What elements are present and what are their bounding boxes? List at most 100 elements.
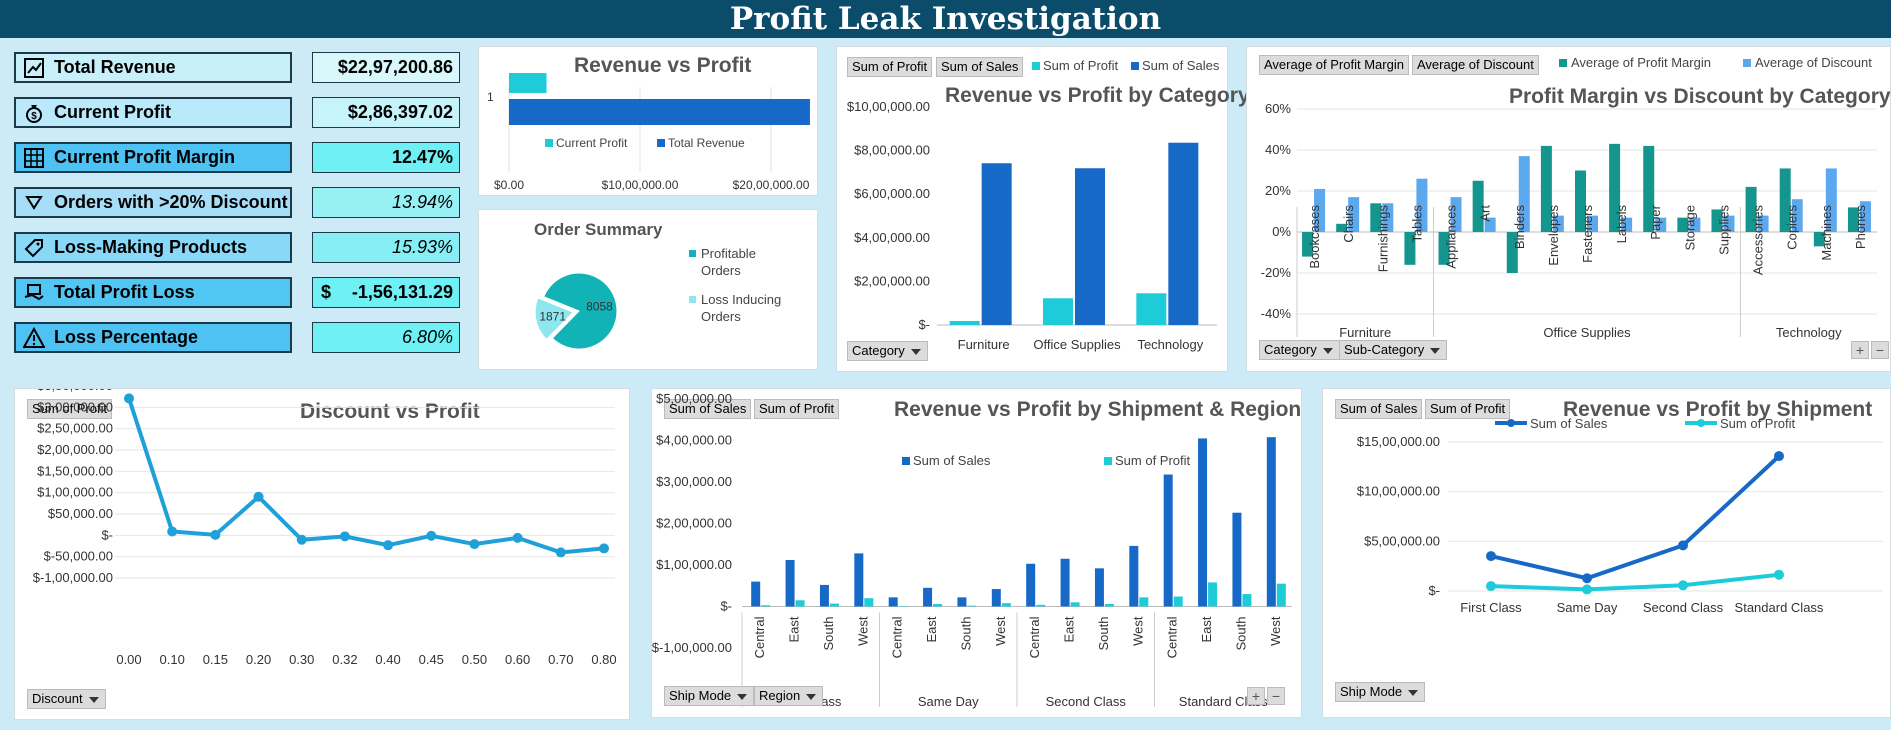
group-label: Technology (1776, 325, 1842, 340)
x-tick-label: Same Day (1557, 600, 1618, 615)
kpi-value: $2,86,397.02 (312, 97, 460, 128)
discount-profit-panel[interactable]: Sum of Profit Discount vs Profit $-1,00,… (14, 388, 630, 720)
legend-label: Sum of Sales (1530, 416, 1608, 431)
legend-swatch (689, 250, 696, 257)
legend-swatch (902, 457, 910, 465)
y-tick-label: $3,50,000.00 (37, 389, 113, 393)
money-bag-icon: $ (22, 102, 46, 124)
expand-button[interactable]: + (1851, 341, 1869, 359)
kpi-value: $22,97,200.86 (312, 52, 460, 83)
margin-discount-panel[interactable]: Average of Profit Margin Average of Disc… (1246, 46, 1891, 372)
bar-profit (761, 605, 771, 607)
legend-label: Total Revenue (668, 136, 745, 150)
data-point (1678, 580, 1688, 591)
y-tick-label: $-1,00,000.00 (33, 570, 113, 585)
data-point (1678, 540, 1688, 551)
y-tick-label: -40% (1261, 306, 1292, 321)
dashboard-title: Profit Leak Investigation (0, 0, 1891, 38)
data-point (253, 491, 264, 502)
collapse-button[interactable]: − (1871, 341, 1889, 359)
group-label: Furniture (1339, 325, 1391, 340)
region-dropdown[interactable]: Region (754, 686, 824, 706)
x-tick-label: Paper (1648, 204, 1663, 239)
x-tick-label: Furnishings (1375, 205, 1390, 273)
data-point (426, 530, 437, 541)
category-dropdown[interactable]: Category (847, 341, 928, 361)
x-tick-label: Second Class (1643, 600, 1724, 615)
legend-swatch (1032, 62, 1040, 70)
spacer (1294, 206, 1295, 207)
group-label: Second Class (1046, 694, 1127, 709)
kpi-value-text: 6.80% (401, 327, 453, 347)
shipment-chart: $- $5,00,000.00 $10,00,000.00 $15,00,000.00… (1357, 416, 1883, 615)
data-point (512, 532, 523, 543)
expand-button[interactable]: + (1247, 687, 1265, 705)
kpi-value-text: 12.47% (391, 147, 453, 167)
ship-mode-dropdown[interactable]: Ship Mode (664, 686, 755, 706)
bar-sales (1232, 512, 1242, 607)
y-tick-label: $2,50,000.00 (37, 421, 113, 436)
data-point (1774, 451, 1784, 462)
y-tick-label: 60% (1265, 101, 1291, 116)
bar-profit (1242, 594, 1252, 607)
legend-swatch (657, 139, 665, 147)
x-tick-label: 0.15 (203, 652, 228, 667)
order-summary-chart: 8058 1871 Profitable Orders Loss Inducing Ord… (534, 246, 781, 350)
legend-label: Current Profit (556, 136, 628, 150)
kpi-label-text: Loss Percentage (54, 327, 199, 347)
pie-data-label: 8058 (586, 300, 613, 314)
y-tick-label: $1,00,000.00 (656, 557, 732, 572)
shipment-region-panel[interactable]: Sum of Sales Sum of Profit Revenue vs Pr… (651, 388, 1302, 718)
sub-category-dropdown[interactable]: Sub-Category (1339, 340, 1448, 360)
category-panel[interactable]: Sum of Profit Sum of Sales Revenue vs Pr… (836, 46, 1250, 372)
collapse-button[interactable]: − (1267, 687, 1285, 705)
y-tick-label: $- (918, 317, 930, 332)
kpi-value-text: $2,86,397.02 (347, 102, 453, 122)
legend-swatch (1743, 59, 1751, 67)
order-summary-panel[interactable]: Order Summary 8058 1871 Profitable Orders Lo… (478, 209, 818, 370)
data-point (124, 393, 134, 404)
bar-sales (1129, 545, 1139, 607)
kpi-label: Total Profit Loss (14, 277, 292, 308)
category-dropdown[interactable]: Category (1259, 340, 1340, 360)
y-tick-label: $15,00,000.00 (1357, 434, 1440, 449)
data-point (1486, 551, 1496, 562)
bar-sales (1094, 568, 1104, 607)
discount-profit-chart: $-1,00,000.00 $-50,000.00 $- $50,000.00 $1,0… (33, 389, 617, 667)
y-tick-label: $4,00,000.00 (656, 433, 732, 448)
bar-profit (864, 598, 874, 607)
x-tick-label: 0.40 (375, 652, 400, 667)
group-label: Same Day (918, 694, 979, 709)
funnel-icon (22, 192, 46, 214)
x-tick-label: Machines (1819, 205, 1834, 261)
bar-profit (1001, 603, 1011, 607)
kpi-value: 13.94% (312, 187, 460, 218)
x-tick-label: East (924, 616, 939, 642)
bar-profit (933, 604, 943, 607)
kpi-label-text: Total Profit Loss (54, 282, 195, 302)
data-point (555, 547, 566, 558)
legend-label: Profitable (701, 246, 756, 261)
y-tick-label: $10,00,000.00 (1357, 484, 1440, 499)
x-tick-label: West (993, 616, 1008, 646)
discount-dropdown[interactable]: Discount (27, 689, 106, 709)
shipment-panel[interactable]: Sum of Sales Sum of Profit Revenue vs Pr… (1322, 388, 1891, 718)
bar-profit (1276, 583, 1286, 607)
x-tick-label: 0.50 (462, 652, 487, 667)
x-tick-label: 0.70 (548, 652, 573, 667)
bar-profit (829, 603, 839, 607)
bar-profit (949, 320, 980, 325)
x-tick-label: Furniture (958, 337, 1010, 352)
ship-mode-dropdown[interactable]: Ship Mode (1335, 682, 1426, 702)
legend-swatch (689, 296, 696, 303)
revenue-vs-profit-panel[interactable]: Revenue vs Profit $0.00 $10,00,000.00 $20,… (478, 46, 818, 196)
y-tick-label: $1,50,000.00 (37, 463, 113, 478)
x-tick-label: 0.00 (116, 652, 141, 667)
kpi-value-text: 15.93% (391, 237, 453, 257)
x-tick-label: Fasteners (1580, 205, 1595, 263)
bar-profit (1036, 604, 1046, 607)
x-tick-label: West (855, 616, 870, 646)
legend-swatch (1131, 62, 1139, 70)
x-tick-label: Central (1027, 616, 1042, 658)
x-tick-label: Central (752, 616, 767, 658)
